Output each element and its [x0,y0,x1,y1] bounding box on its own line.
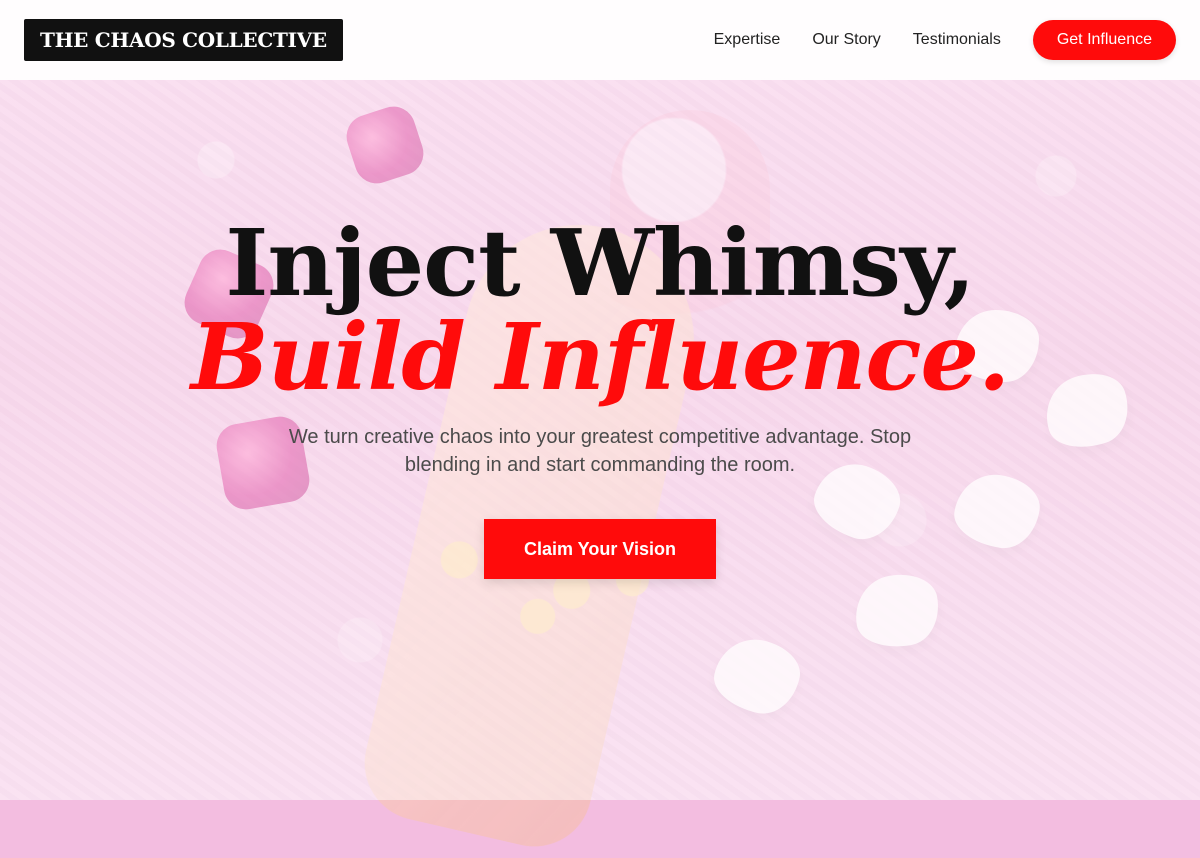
brand-logo[interactable]: THE CHAOS COLLECTIVE [24,19,343,61]
hero-title-line-2: Build Influence. [190,303,1010,411]
site-header: THE CHAOS COLLECTIVE Expertise Our Story… [0,0,1200,80]
claim-your-vision-button[interactable]: Claim Your Vision [484,519,716,579]
nav-link-our-story[interactable]: Our Story [812,31,880,49]
hero-subtitle: We turn creative chaos into your greates… [288,426,912,476]
hero-section: Inject Whimsy, Build Influence. We turn … [0,80,1200,800]
main-nav: Expertise Our Story Testimonials Get Inf… [714,20,1176,60]
nav-link-testimonials[interactable]: Testimonials [913,31,1001,49]
hero-title-line-1: Inject Whimsy, [225,209,975,317]
nav-link-expertise[interactable]: Expertise [714,31,781,49]
get-influence-button[interactable]: Get Influence [1032,20,1176,60]
